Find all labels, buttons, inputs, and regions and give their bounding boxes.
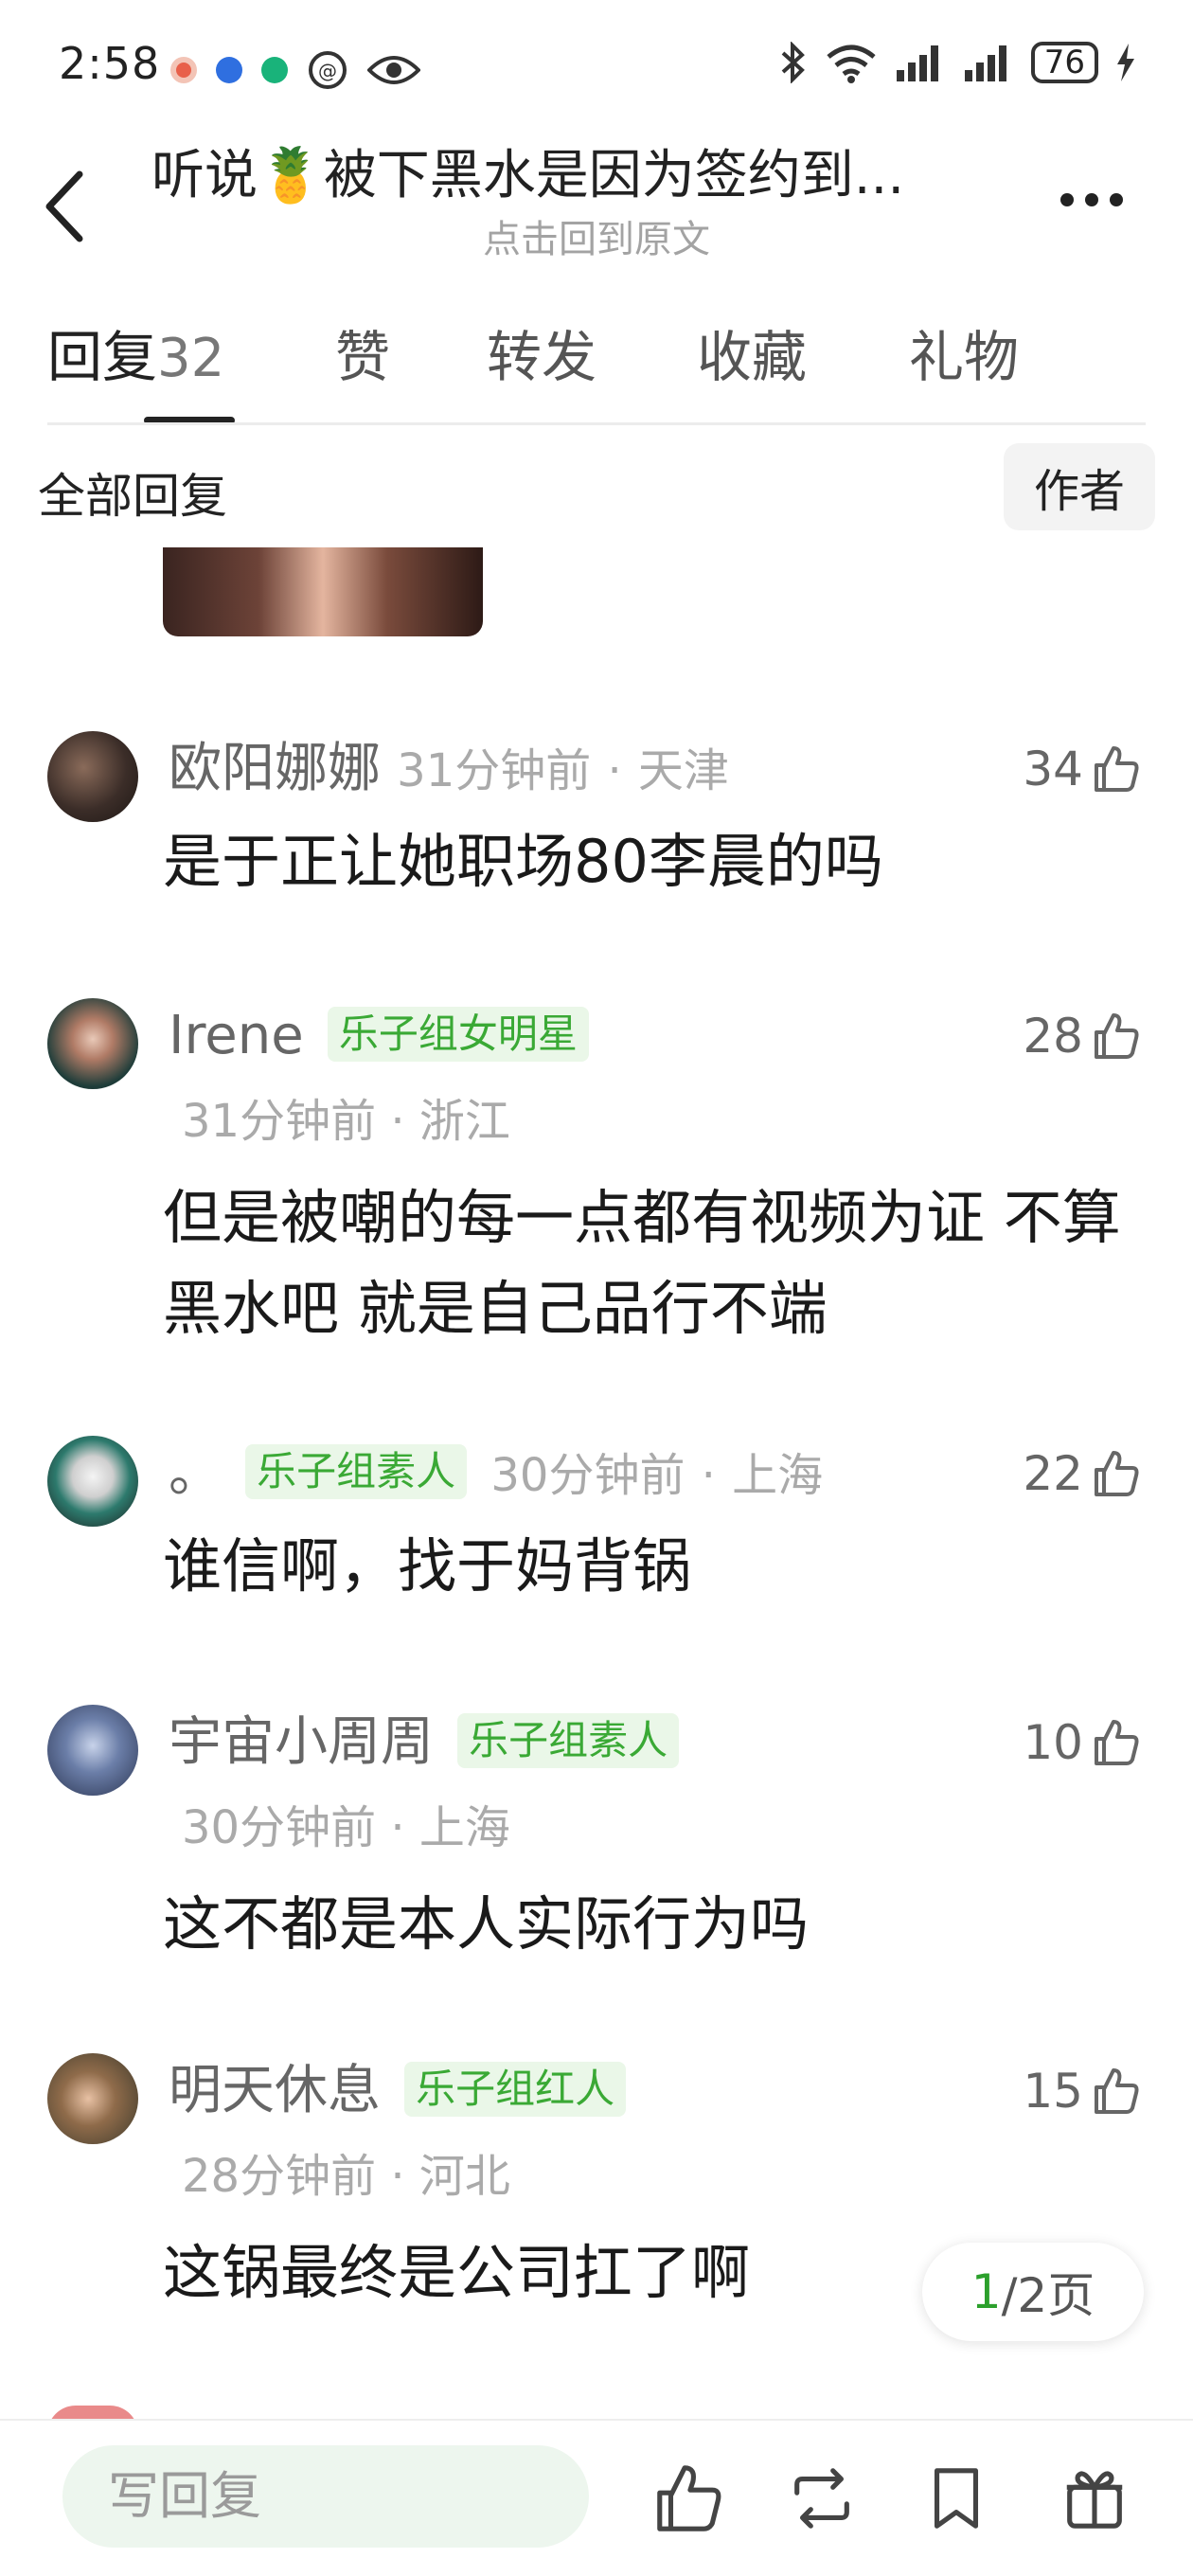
bluetooth-icon [781, 42, 805, 83]
reply-input[interactable]: 写回复 [62, 2445, 589, 2548]
user-badge: 乐子组素人 [245, 1444, 468, 1499]
notification-badge-icon: @ [309, 51, 347, 89]
comment-time: 31分钟前 [397, 744, 592, 797]
status-app-icons: @ [170, 49, 420, 91]
bookmark-icon[interactable] [920, 2462, 992, 2534]
tab-favorites[interactable]: 收藏 [697, 313, 807, 392]
tab-replies-count: 32 [157, 328, 225, 389]
thumbs-up-icon [1095, 746, 1139, 792]
comment-header: 欧阳娜娜 31分钟前 · 天津 [169, 731, 1002, 809]
comment-time: 30分钟前 [490, 1449, 686, 1502]
meta-separator: · [607, 744, 622, 797]
comment-location: 上海 [732, 1449, 824, 1502]
comment-author[interactable]: Irene [169, 1005, 304, 1066]
author-filter-button[interactable]: 作者 [1004, 443, 1155, 530]
app-teal-icon [261, 57, 288, 83]
tab-gifts[interactable]: 礼物 [909, 313, 1019, 392]
comment-location: 浙江 [418, 1095, 510, 1148]
like-count: 34 [1023, 742, 1083, 796]
header: 听说🍍被下黑水是因为签约到... 点击回到原文 [0, 133, 1193, 275]
status-bar: 2:58 @ 76 [0, 0, 1193, 133]
thumbs-up-icon [1095, 1013, 1139, 1059]
comment-meta: 31分钟前 · 浙江 [182, 1095, 510, 1148]
comment-meta: 30分钟前 · 上海 [182, 1801, 510, 1854]
signal-icon [964, 45, 1006, 81]
comment-meta: 28分钟前 · 河北 [182, 2150, 510, 2203]
comment-header: Irene 乐子组女明星 [169, 998, 1002, 1074]
eye-icon [367, 56, 420, 84]
user-badge: 乐子组素人 [457, 1713, 680, 1768]
tab-replies-label: 回复 [47, 325, 158, 389]
avatar[interactable] [47, 1705, 138, 1796]
divider [47, 422, 1146, 425]
like-count: 15 [1023, 2064, 1083, 2119]
avatar[interactable] [47, 1436, 138, 1527]
app-blue-icon [216, 57, 242, 83]
like-button[interactable]: 15 [1023, 2053, 1140, 2129]
back-to-original-link[interactable]: 点击回到原文 [0, 208, 1193, 263]
comment-text: 谁信啊，找于妈背锅 [163, 1531, 692, 1601]
user-badge: 乐子组女明星 [327, 1007, 589, 1062]
reply-page: 2:58 @ 76 听说🍍被下黑水是因为签约到... 点击回到原文 回复32 赞… [0, 0, 1193, 2576]
meta-separator: · [701, 1449, 716, 1502]
avatar[interactable] [47, 998, 138, 1089]
comment-time: 30分钟前 [182, 1801, 377, 1854]
comment-text: 是于正让她职场80李晨的吗 [163, 827, 883, 896]
avatar[interactable] [47, 731, 138, 822]
svg-text:@: @ [318, 60, 337, 82]
comment-time: 28分钟前 [182, 2150, 377, 2203]
comment-author[interactable]: 宇宙小周周 [169, 1711, 434, 1773]
thumbs-up-icon [1095, 2068, 1139, 2114]
like-button[interactable]: 10 [1023, 1705, 1140, 1780]
comment-author[interactable]: 明天休息 [169, 2060, 381, 2121]
comment-header: 。 乐子组素人 30分钟前 · 上海 [169, 1436, 1002, 1513]
comment-time: 31分钟前 [182, 1095, 377, 1148]
comment-author[interactable]: 。 [169, 1442, 222, 1504]
comment-location: 河北 [418, 2150, 510, 2203]
comment-text: 但是被嘲的每一点都有视频为证 不算黑水吧 就是自己品行不端 [163, 1183, 1121, 1343]
current-page: 1 [970, 2264, 1002, 2319]
wifi-icon [827, 45, 876, 83]
total-pages: /2页 [1001, 2268, 1095, 2323]
post-title[interactable]: 听说🍍被下黑水是因为签约到... [151, 133, 1004, 209]
comment-header: 明天休息 乐子组红人 [169, 2053, 1002, 2129]
like-count: 10 [1023, 1715, 1083, 1770]
comment-author[interactable]: 欧阳娜娜 [169, 738, 381, 799]
comment-text: 这不都是本人实际行为吗 [163, 1889, 810, 1959]
more-options-icon[interactable] [1060, 186, 1136, 214]
page-indicator[interactable]: 1/2页 [922, 2243, 1144, 2341]
battery-indicator: 76 [1030, 42, 1098, 83]
avatar[interactable] [47, 2053, 138, 2144]
all-replies-label: 全部回复 [38, 469, 227, 524]
like-button[interactable]: 22 [1023, 1436, 1140, 1512]
tab-replies[interactable]: 回复32 [47, 313, 224, 392]
app-red-icon [170, 57, 197, 83]
thumbs-up-icon [1095, 1720, 1139, 1765]
user-badge: 乐子组红人 [404, 2062, 627, 2117]
thumbs-up-icon[interactable] [651, 2462, 723, 2534]
gift-icon[interactable] [1059, 2462, 1131, 2534]
like-button[interactable]: 28 [1023, 998, 1140, 1074]
bottom-bar: 写回复 [0, 2419, 1193, 2576]
comment-location: 天津 [637, 744, 729, 797]
tab-reposts[interactable]: 转发 [487, 313, 596, 392]
thumbs-up-icon [1095, 1451, 1139, 1496]
repost-icon[interactable] [786, 2462, 858, 2534]
comment-location: 上海 [418, 1801, 510, 1854]
like-button[interactable]: 34 [1023, 731, 1140, 807]
tab-bar: 回复32 赞 转发 收藏 礼物 [47, 313, 1146, 426]
charging-icon [1117, 44, 1134, 81]
status-right: 76 [779, 42, 1136, 83]
like-count: 28 [1023, 1009, 1083, 1064]
like-count: 22 [1023, 1446, 1083, 1501]
tab-likes[interactable]: 赞 [335, 313, 390, 392]
signal-icon [896, 45, 938, 81]
status-time: 2:58 [59, 38, 161, 89]
comment-image[interactable] [163, 547, 483, 636]
comment-header: 宇宙小周周 乐子组素人 [169, 1705, 1002, 1780]
